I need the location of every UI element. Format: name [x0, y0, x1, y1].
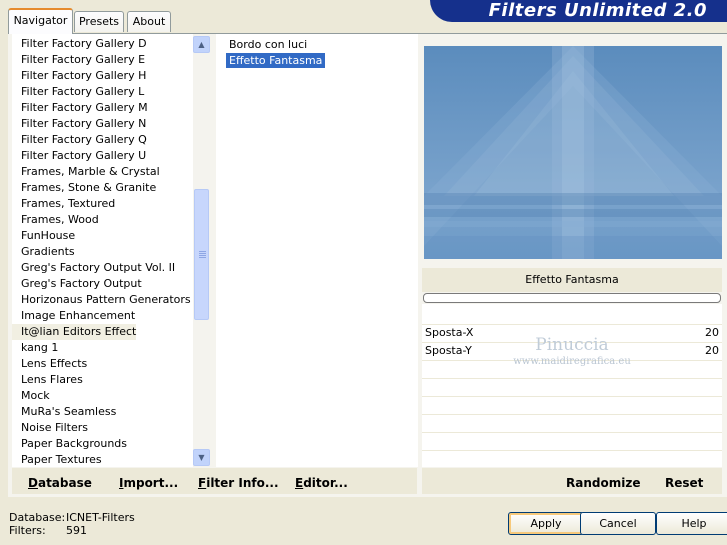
preview-graphic [424, 46, 722, 259]
category-item[interactable]: Gradients [12, 244, 75, 260]
category-item[interactable]: Filter Factory Gallery Q [12, 132, 147, 148]
category-item[interactable]: Mock [12, 388, 50, 404]
category-item[interactable]: Lens Flares [12, 372, 83, 388]
tab-navigator[interactable]: Navigator [8, 8, 73, 34]
status-database-value: ICNET-Filters [66, 511, 135, 524]
filter-list[interactable]: Bordo con luci Effetto Fantasma [216, 34, 418, 467]
database-button[interactable]: Database [28, 468, 92, 494]
category-item[interactable]: Noise Filters [12, 420, 88, 436]
category-item[interactable]: Frames, Textured [12, 196, 115, 212]
category-item[interactable]: Lens Effects [12, 356, 87, 372]
category-item[interactable]: Filter Factory Gallery N [12, 116, 146, 132]
scroll-down-icon[interactable]: ▼ [193, 449, 210, 466]
category-item[interactable]: Filter Factory Gallery M [12, 100, 148, 116]
category-item[interactable]: Image Enhancement [12, 308, 135, 324]
header-banner: Filters Unlimited 2.0 [430, 0, 727, 22]
randomize-button[interactable]: Randomize [566, 468, 640, 494]
param-row [422, 378, 722, 395]
category-item[interactable]: MuRa's Seamless [12, 404, 116, 420]
category-item[interactable]: Greg's Factory Output Vol. II [12, 260, 175, 276]
navigator-button-bar: Database Import... Filter Info... Editor… [12, 468, 417, 494]
status-filters-label: Filters: [9, 524, 46, 537]
category-item[interactable]: Filter Factory Gallery E [12, 52, 145, 68]
watermark-url: www.maidiregrafica.eu [513, 356, 631, 367]
category-item[interactable]: Frames, Marble & Crystal [12, 164, 160, 180]
category-item[interactable]: Filter Factory Gallery H [12, 68, 146, 84]
filter-item[interactable]: Bordo con luci [226, 37, 310, 52]
status-database-label: Database: [9, 511, 66, 524]
reset-button[interactable]: Reset [665, 468, 703, 494]
cancel-button[interactable]: Cancel [580, 512, 656, 535]
tab-about[interactable]: About [127, 11, 171, 32]
filter-name-display: Effetto Fantasma [422, 268, 722, 292]
category-item[interactable]: Filter Factory Gallery D [12, 36, 147, 52]
category-list[interactable]: Filter Factory Gallery D Filter Factory G… [12, 34, 210, 467]
param-row [422, 396, 722, 413]
category-item[interactable]: It@lian Editors Effect [12, 324, 137, 340]
scroll-up-icon[interactable]: ▲ [193, 36, 210, 53]
progress-bar [423, 293, 721, 303]
category-item[interactable]: Frames, Wood [12, 212, 99, 228]
preview-image [424, 46, 722, 259]
tab-presets[interactable]: Presets [74, 11, 124, 32]
status-filters-value: 591 [66, 524, 87, 537]
filter-info-button[interactable]: Filter Info... [198, 468, 279, 494]
category-item[interactable]: FunHouse [12, 228, 75, 244]
help-button[interactable]: Help [656, 512, 727, 535]
parameter-area: Sposta-X 20 Sposta-Y 20 Pinuccia www.mai… [422, 304, 722, 467]
param-row [422, 432, 722, 449]
apply-button[interactable]: Apply [508, 512, 584, 535]
category-scrollbar[interactable]: ▲ ▼ [193, 34, 210, 467]
import-button[interactable]: Import... [119, 468, 178, 494]
parameter-button-bar: Randomize Reset [422, 468, 722, 494]
param-row [422, 450, 722, 467]
category-item[interactable]: Greg's Factory Output [12, 276, 142, 292]
filter-item[interactable]: Effetto Fantasma [226, 53, 326, 68]
editor-button[interactable]: Editor... [295, 468, 348, 494]
category-item[interactable]: Paper Textures [12, 452, 102, 467]
watermark-name: Pinuccia [535, 335, 609, 355]
category-item[interactable]: Horizonaus Pattern Generators [12, 292, 191, 308]
scroll-thumb[interactable] [194, 189, 209, 320]
category-item[interactable]: Paper Backgrounds [12, 436, 127, 452]
category-item[interactable]: Filter Factory Gallery U [12, 148, 146, 164]
category-item[interactable]: kang 1 [12, 340, 58, 356]
param-row [422, 414, 722, 431]
banner-title: Filters Unlimited 2.0 [488, 0, 707, 21]
category-item[interactable]: Frames, Stone & Granite [12, 180, 156, 196]
category-item[interactable]: Filter Factory Gallery L [12, 84, 144, 100]
